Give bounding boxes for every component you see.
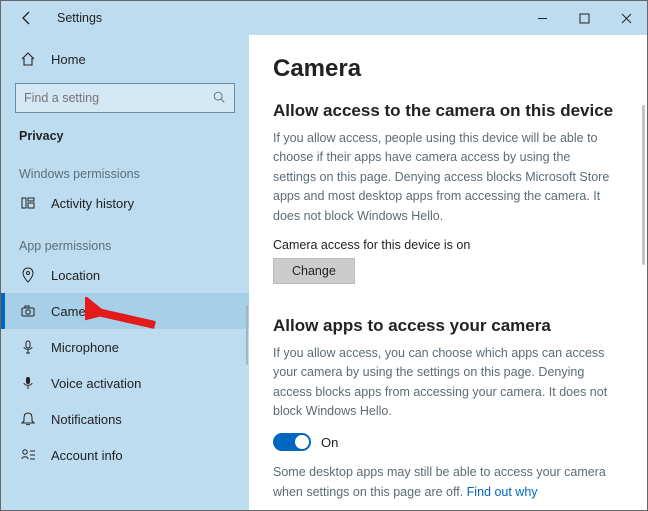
sidebar-scrollbar[interactable] xyxy=(246,305,248,365)
main-content: Camera Allow access to the camera on thi… xyxy=(249,35,647,510)
window-controls xyxy=(521,1,647,35)
camera-access-status: Camera access for this device is on xyxy=(273,238,623,252)
page-title: Camera xyxy=(273,55,623,83)
search-icon xyxy=(212,90,226,107)
change-button[interactable]: Change xyxy=(273,258,355,284)
home-icon xyxy=(19,51,37,67)
sidebar-item-notifications[interactable]: Notifications xyxy=(1,401,249,437)
sidebar-item-location[interactable]: Location xyxy=(1,257,249,293)
toggle-label: On xyxy=(321,435,338,450)
sidebar-item-label: Voice activation xyxy=(51,376,141,391)
sidebar-item-label: Location xyxy=(51,268,100,283)
location-icon xyxy=(19,267,37,283)
search-input[interactable] xyxy=(15,83,235,113)
back-icon[interactable] xyxy=(19,10,39,26)
section-heading: Allow apps to access your camera xyxy=(273,316,623,336)
sidebar-item-home[interactable]: Home xyxy=(1,41,249,77)
sidebar: Home Privacy Windows permissions Activit… xyxy=(1,35,249,510)
section-heading: Allow access to the camera on this devic… xyxy=(273,101,623,121)
microphone-icon xyxy=(19,339,37,355)
account-info-icon xyxy=(19,447,37,463)
minimize-button[interactable] xyxy=(521,1,563,35)
sidebar-item-camera[interactable]: Camera xyxy=(1,293,249,329)
notifications-icon xyxy=(19,411,37,427)
sidebar-item-label: Activity history xyxy=(51,196,134,211)
sidebar-item-voice-activation[interactable]: Voice activation xyxy=(1,365,249,401)
group-app-permissions: App permissions xyxy=(1,221,249,257)
section-description: If you allow access, people using this d… xyxy=(273,129,613,226)
titlebar: Settings xyxy=(1,1,647,35)
apps-camera-toggle[interactable] xyxy=(273,433,311,451)
sidebar-item-microphone[interactable]: Microphone xyxy=(1,329,249,365)
close-button[interactable] xyxy=(605,1,647,35)
section-title-privacy: Privacy xyxy=(1,121,249,149)
search-field[interactable] xyxy=(24,91,212,105)
sidebar-item-label: Notifications xyxy=(51,412,122,427)
section-description: If you allow access, you can choose whic… xyxy=(273,344,613,422)
maximize-button[interactable] xyxy=(563,1,605,35)
group-windows-permissions: Windows permissions xyxy=(1,149,249,185)
sidebar-item-label: Microphone xyxy=(51,340,119,355)
content-scrollbar[interactable] xyxy=(642,105,645,265)
activity-history-icon xyxy=(19,195,37,211)
sidebar-item-account-info[interactable]: Account info xyxy=(1,437,249,473)
window-title: Settings xyxy=(57,11,102,25)
sidebar-item-label: Camera xyxy=(51,304,97,319)
voice-icon xyxy=(19,375,37,391)
sidebar-item-label: Account info xyxy=(51,448,123,463)
sidebar-item-label: Home xyxy=(51,52,86,67)
sidebar-item-activity-history[interactable]: Activity history xyxy=(1,185,249,221)
find-out-why-link[interactable]: Find out why xyxy=(467,485,538,499)
desktop-apps-note: Some desktop apps may still be able to a… xyxy=(273,463,613,502)
camera-icon xyxy=(19,303,37,319)
